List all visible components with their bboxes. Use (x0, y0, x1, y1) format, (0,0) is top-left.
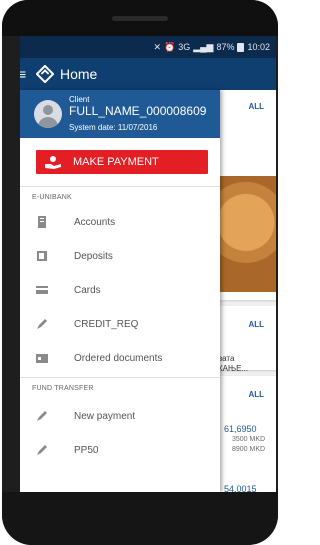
menu-item-ordered-documents[interactable]: Ordered documents (20, 342, 220, 374)
divider (20, 186, 220, 187)
phone-frame: ✕ ⏰ 3G ▂▄▆ 87% 10:02 ≡ Home ALL ALL вата… (2, 0, 278, 545)
rate-small-2: 8900 MKD (232, 446, 266, 453)
documents-icon (36, 354, 48, 363)
cards-icon (36, 286, 48, 294)
status-bar: ✕ ⏰ 3G ▂▄▆ 87% 10:02 (20, 36, 276, 58)
divider (20, 377, 220, 378)
menu-item-pp50[interactable]: PP50 (20, 434, 220, 466)
phone-top-bezel (2, 0, 278, 36)
menu-item-cards[interactable]: Cards (20, 274, 220, 306)
news-text-1: вата (218, 354, 235, 363)
battery-icon (237, 42, 245, 52)
promo-image (216, 176, 276, 292)
menu-label: PP50 (74, 444, 99, 456)
system-date: System date: 11/07/2016 (69, 123, 158, 132)
avatar[interactable] (34, 100, 62, 128)
alarm-icon: ⏰ (163, 41, 176, 52)
phone-bottom-bezel (2, 492, 278, 545)
mute-icon: ✕ (153, 41, 161, 52)
user-name: FULL_NAME_000008609 (69, 104, 207, 118)
pen-icon (37, 319, 47, 329)
menu-item-accounts[interactable]: Accounts (20, 206, 220, 238)
menu-label: Cards (74, 284, 101, 296)
section-title-fund-transfer: FUND TRANSFER (32, 385, 94, 392)
payment-hand-icon (45, 156, 61, 169)
pen-icon (37, 411, 47, 421)
menu-label: CREDIT_REQ (74, 318, 139, 330)
section-title-e-unibank: E-UNIBANK (32, 194, 72, 201)
clock: 10:02 (247, 42, 270, 52)
bank-logo-icon (36, 65, 54, 83)
make-payment-button[interactable]: MAKE PAYMENT (36, 150, 208, 174)
battery-percent: 87% (216, 42, 235, 52)
all-link-1[interactable]: ALL (248, 102, 264, 111)
pen-icon (37, 445, 47, 455)
menu-item-new-payment[interactable]: New payment (20, 400, 220, 432)
drawer-header: Client FULL_NAME_000008609 System date: … (20, 90, 220, 138)
menu-item-credit-req[interactable]: CREDIT_REQ (20, 308, 220, 340)
navigation-drawer: Client FULL_NAME_000008609 System date: … (20, 90, 220, 492)
accounts-icon (38, 216, 46, 228)
phone-speaker (112, 16, 168, 21)
news-text-2: КАЊЕ... (218, 364, 249, 373)
menu-icon[interactable]: ≡ (20, 66, 32, 82)
user-role: Client (69, 95, 90, 104)
app-bar: ≡ Home (20, 58, 276, 90)
menu-item-deposits[interactable]: Deposits (20, 240, 220, 272)
avatar-head (43, 105, 53, 115)
deposits-icon (37, 251, 47, 261)
rate-value-2: 54,0015 (224, 484, 257, 492)
avatar-body (38, 117, 58, 128)
all-link-2[interactable]: ALL (248, 320, 264, 329)
page-title: Home (60, 66, 98, 82)
rate-small-1: 3500 MKD (232, 436, 266, 443)
make-payment-label: MAKE PAYMENT (73, 156, 159, 168)
menu-label: Deposits (74, 250, 113, 262)
menu-label: New payment (74, 410, 136, 422)
signal-icon: ▂▄▆ (193, 41, 214, 52)
phone-screen: ✕ ⏰ 3G ▂▄▆ 87% 10:02 ≡ Home ALL ALL вата… (20, 36, 276, 492)
rates-card (214, 376, 276, 492)
rate-value-1: 61,6950 (224, 424, 257, 434)
network-type: 3G (178, 42, 191, 52)
menu-label: Ordered documents (74, 352, 163, 364)
menu-label: Accounts (74, 216, 116, 228)
all-link-3[interactable]: ALL (248, 390, 264, 399)
